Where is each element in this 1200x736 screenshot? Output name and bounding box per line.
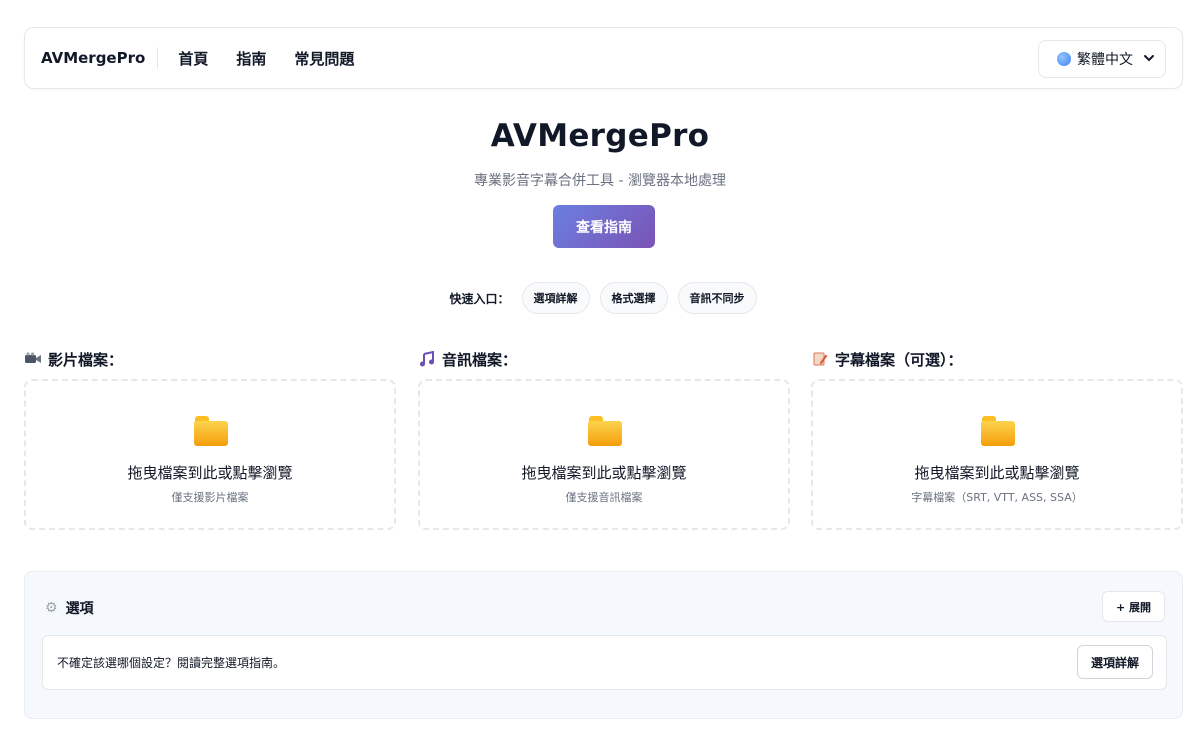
dropzone-hint: 僅支援音訊檔案 bbox=[565, 491, 643, 504]
options-help-text: 不確定該選哪個設定？閱讀完整選項指南。 bbox=[57, 656, 286, 670]
subtitle-upload-section: 字幕檔案（可選）： 拖曳檔案到此或點擊瀏覽 字幕檔案（SRT, VTT, ASS… bbox=[811, 348, 1183, 530]
page: AVMergePro 首頁 指南 常見問題 繁體中文 AVMergePro 專業… bbox=[0, 0, 1200, 736]
gear-icon: ⚙ bbox=[45, 600, 58, 616]
expand-options-button[interactable]: + 展開 bbox=[1102, 591, 1165, 622]
dropzone-prompt: 拖曳檔案到此或點擊瀏覽 bbox=[914, 464, 1080, 482]
video-upload-section: 影片檔案： 拖曳檔案到此或點擊瀏覽 僅支援影片檔案 bbox=[24, 348, 396, 530]
globe-icon bbox=[1057, 52, 1071, 66]
chevron-down-icon bbox=[1144, 55, 1154, 62]
dropzone-hint: 僅支援影片檔案 bbox=[171, 491, 249, 504]
nav-link-home[interactable]: 首頁 bbox=[178, 48, 208, 69]
chip-format-selection[interactable]: 格式選擇 bbox=[599, 282, 668, 314]
options-help-card: 不確定該選哪個設定？閱讀完整選項指南。 選項詳解 bbox=[42, 635, 1167, 690]
audio-upload-section: 音訊檔案： 拖曳檔案到此或點擊瀏覽 僅支援音訊檔案 bbox=[418, 348, 790, 530]
options-detail-button[interactable]: 選項詳解 bbox=[1077, 645, 1153, 679]
video-camera-icon bbox=[24, 351, 42, 367]
page-title: AVMergePro bbox=[490, 118, 710, 154]
nav-links: 首頁 指南 常見問題 bbox=[178, 48, 354, 69]
page-subtitle: 專業影音字幕合併工具 - 瀏覽器本地處理 bbox=[474, 173, 726, 189]
folder-icon bbox=[981, 416, 1015, 446]
subtitle-dropzone[interactable]: 拖曳檔案到此或點擊瀏覽 字幕檔案（SRT, VTT, ASS, SSA） bbox=[811, 379, 1183, 530]
language-select-value: 繁體中文 bbox=[1077, 52, 1133, 68]
chip-audio-sync[interactable]: 音訊不同步 bbox=[677, 282, 757, 314]
view-guide-button[interactable]: 查看指南 bbox=[553, 205, 655, 248]
nav-link-guide[interactable]: 指南 bbox=[236, 48, 266, 69]
navbar: AVMergePro 首頁 指南 常見問題 繁體中文 bbox=[24, 27, 1183, 89]
audio-dropzone[interactable]: 拖曳檔案到此或點擊瀏覽 僅支援音訊檔案 bbox=[418, 379, 790, 530]
options-panel: ⚙ 選項 + 展開 不確定該選哪個設定？閱讀完整選項指南。 選項詳解 bbox=[24, 571, 1183, 719]
dropzone-prompt: 拖曳檔案到此或點擊瀏覽 bbox=[521, 464, 687, 482]
dropzone-hint: 字幕檔案（SRT, VTT, ASS, SSA） bbox=[911, 491, 1083, 504]
nav-link-faq[interactable]: 常見問題 bbox=[294, 48, 354, 69]
options-title: 選項 bbox=[65, 601, 94, 617]
chip-options-detail[interactable]: 選項詳解 bbox=[521, 282, 590, 314]
video-dropzone[interactable]: 拖曳檔案到此或點擊瀏覽 僅支援影片檔案 bbox=[24, 379, 396, 530]
folder-icon bbox=[194, 416, 228, 446]
audio-upload-label: 音訊檔案： bbox=[442, 350, 518, 369]
language-select[interactable]: 繁體中文 bbox=[1038, 40, 1166, 78]
brand-logo[interactable]: AVMergePro bbox=[41, 47, 159, 69]
document-pencil-icon bbox=[811, 351, 829, 367]
audio-upload-header: 音訊檔案： bbox=[418, 348, 790, 370]
quick-entry-label: 快速入口： bbox=[449, 291, 510, 306]
video-upload-label: 影片檔案： bbox=[48, 350, 124, 369]
video-upload-header: 影片檔案： bbox=[24, 348, 396, 370]
subtitle-upload-header: 字幕檔案（可選）： bbox=[811, 348, 1183, 370]
dropzone-prompt: 拖曳檔案到此或點擊瀏覽 bbox=[127, 464, 293, 482]
subtitle-upload-label: 字幕檔案（可選）： bbox=[835, 350, 963, 369]
options-header: ⚙ 選項 bbox=[45, 598, 94, 618]
music-note-icon bbox=[418, 351, 436, 367]
folder-icon bbox=[588, 416, 622, 446]
quick-entry: 快速入口： 選項詳解 格式選擇 音訊不同步 bbox=[0, 282, 1200, 314]
